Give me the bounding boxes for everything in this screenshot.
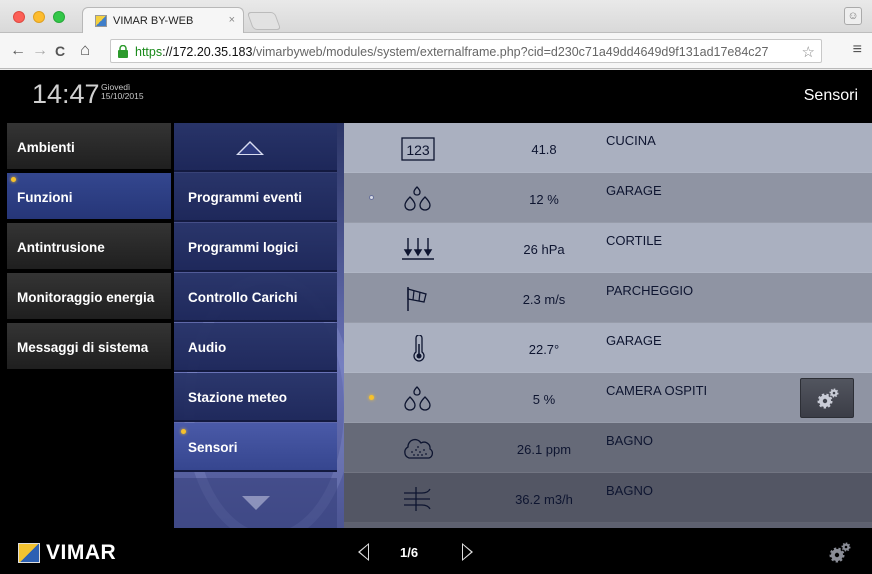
browser-menu-icon[interactable]: ≡ — [853, 41, 862, 59]
address-bar[interactable]: https://172.20.35.183/vimarbyweb/modules… — [110, 39, 822, 63]
new-tab-button[interactable] — [246, 12, 282, 30]
sensor-settings-button[interactable] — [800, 378, 854, 418]
minimize-window-button[interactable] — [33, 11, 45, 23]
sensor-room: CAMERA OSPITI — [606, 383, 708, 398]
sensor-row[interactable]: 2.3 m/s PARCHEGGIO — [344, 273, 872, 323]
forward-arrow-icon[interactable]: → — [32, 42, 48, 60]
sensor-value: 41.8 — [531, 142, 557, 157]
humidity-icon — [404, 186, 431, 211]
browser-tab-bar: VIMAR BY-WEB × ☺ — [0, 0, 872, 33]
air-quality-cloud-icon — [404, 439, 434, 459]
active-indicator-dot — [181, 429, 186, 434]
sensor-value: 5 % — [532, 392, 556, 407]
sensor-row[interactable]: 26.1 ppm BAGNO — [344, 423, 872, 473]
sub-item-stazione-meteo[interactable]: Stazione meteo — [174, 373, 337, 422]
sub-nav: Programmi eventi Programmi logici Contro… — [174, 123, 344, 528]
sub-item-programmi-eventi[interactable]: Programmi eventi — [174, 173, 337, 222]
vimar-app: 14:47 Giovedì 15/10/2015 Sensori Ambient… — [0, 70, 872, 574]
sensor-value: 22.7° — [528, 342, 560, 357]
sensor-room: GARAGE — [606, 333, 662, 348]
sub-item-sensori[interactable]: Sensori — [174, 423, 337, 472]
sensor-row[interactable]: 12 % GARAGE — [344, 173, 872, 223]
scroll-up-button[interactable] — [174, 123, 337, 172]
previous-page-icon[interactable] — [358, 543, 369, 561]
lock-icon — [118, 45, 128, 58]
sensor-row[interactable]: 123 41.8 CUCINA — [344, 123, 872, 173]
vimar-logo-text: VIMAR — [46, 541, 117, 564]
gear-icon — [817, 388, 839, 409]
sub-item-audio[interactable]: Audio — [174, 323, 337, 372]
close-tab-icon[interactable]: × — [229, 14, 235, 26]
date: 15/10/2015 — [101, 91, 144, 101]
vimar-favicon-icon — [95, 15, 107, 27]
profile-icon[interactable]: ☺ — [844, 7, 862, 25]
page-title: Sensori — [803, 87, 858, 104]
sensor-value: 12 % — [529, 192, 559, 207]
sensor-value: 26.1 ppm — [516, 442, 572, 457]
date-block: Giovedì 15/10/2015 — [101, 83, 144, 101]
app-header: 14:47 Giovedì 15/10/2015 Sensori — [0, 70, 872, 118]
sub-item-programmi-logici[interactable]: Programmi logici — [174, 223, 337, 272]
home-icon[interactable]: ⌂ — [80, 40, 90, 60]
air-flow-icon — [404, 487, 431, 511]
tab-title: VIMAR BY-WEB — [113, 15, 194, 27]
back-arrow-icon[interactable]: ← — [10, 42, 26, 60]
chevron-up-icon — [236, 141, 264, 155]
sensor-room: CORTILE — [606, 233, 663, 248]
sensor-room: BAGNO — [606, 483, 653, 498]
thermometer-icon — [413, 335, 425, 362]
sensor-row[interactable]: 22.7° GARAGE — [344, 323, 872, 373]
sensor-room: GARAGE — [606, 183, 662, 198]
sensor-value: 26 hPa — [523, 242, 565, 257]
gear-icon[interactable] — [828, 541, 852, 565]
nav-item-funzioni[interactable]: Funzioni — [7, 173, 171, 221]
clock-time: 14:47 — [32, 79, 100, 109]
sensor-row[interactable]: 26 hPa CORTILE — [344, 223, 872, 273]
active-indicator-dot — [11, 177, 16, 182]
sensor-value: 36.2 m3/h — [515, 492, 573, 507]
sensor-row[interactable]: 5 % CAMERA OSPITI — [344, 373, 872, 423]
sensor-room: CUCINA — [606, 133, 656, 148]
reload-icon[interactable]: C — [55, 43, 65, 59]
chevron-down-icon — [242, 496, 270, 510]
browser-tab[interactable]: VIMAR BY-WEB × — [82, 7, 244, 33]
close-window-button[interactable] — [13, 11, 25, 23]
nav-item-monitoraggio-energia[interactable]: Monitoraggio energia — [7, 273, 171, 321]
nav-item-antintrusione[interactable]: Antintrusione — [7, 223, 171, 271]
main-nav: Ambienti Funzioni Antintrusione Monitora… — [7, 123, 171, 528]
vimar-logo-icon — [18, 543, 40, 563]
counter-icon: 123 — [401, 137, 435, 161]
nav-item-ambienti[interactable]: Ambienti — [7, 123, 171, 171]
humidity-icon — [404, 386, 431, 411]
sensor-row[interactable]: 36.2 m3/h BAGNO — [344, 473, 872, 523]
app-footer: VIMAR 1/6 — [0, 531, 872, 574]
pressure-icon — [402, 238, 434, 260]
sensor-room: BAGNO — [606, 433, 653, 448]
sub-item-controllo-carichi[interactable]: Controllo Carichi — [174, 273, 337, 322]
url-text: https://172.20.35.183/vimarbyweb/modules… — [135, 45, 769, 59]
sensor-list: 123 41.8 CUCINA 12 % GARAGE 26 hPa CORTI… — [344, 123, 872, 528]
sensor-room: PARCHEGGIO — [606, 283, 694, 298]
svg-text:123: 123 — [406, 142, 430, 158]
page-indicator: 1/6 — [400, 545, 419, 560]
status-dot — [369, 395, 374, 400]
status-dot — [369, 195, 374, 200]
nav-item-messaggi-di-sistema[interactable]: Messaggi di sistema — [7, 323, 171, 371]
bookmark-star-icon[interactable]: ☆ — [802, 43, 815, 61]
sensor-value: 2.3 m/s — [522, 292, 566, 307]
next-page-icon[interactable] — [462, 543, 473, 561]
scroll-down-button[interactable] — [174, 478, 337, 528]
browser-toolbar: ← → C ⌂ https://172.20.35.183/vimarbyweb… — [0, 33, 872, 69]
zoom-window-button[interactable] — [53, 11, 65, 23]
wind-sock-icon — [407, 287, 427, 311]
